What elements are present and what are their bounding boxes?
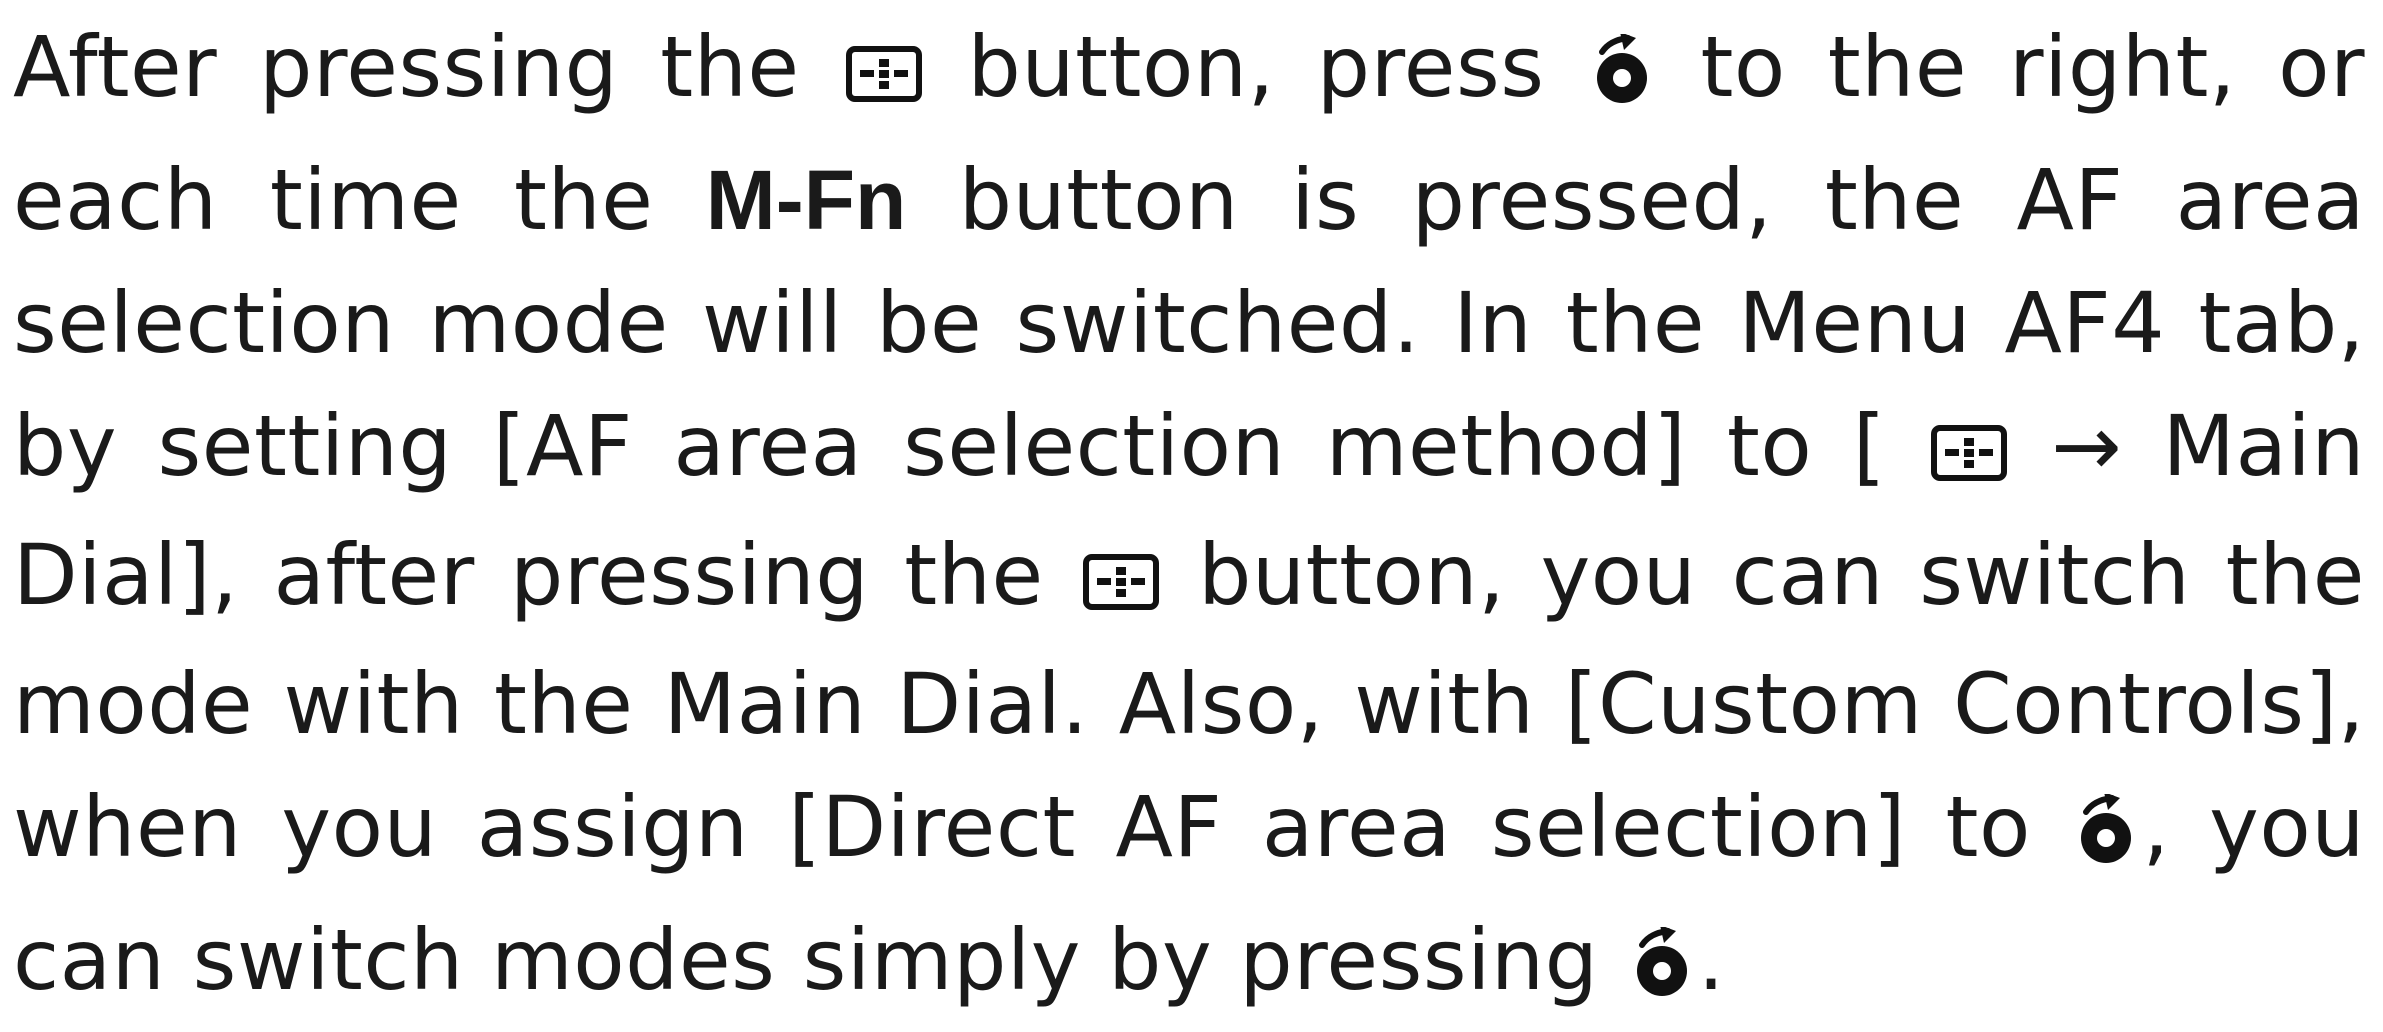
- m-fn-label: M-Fn: [705, 153, 907, 247]
- af-area-button-icon: [1930, 391, 2007, 514]
- text-segment-2: button, press: [967, 18, 1545, 116]
- arrow-symbol: →: [2051, 397, 2122, 495]
- multi-selector-right-icon: [1630, 909, 1694, 1032]
- text-segment-1: After pressing the: [13, 18, 800, 116]
- multi-selector-right-icon: [1590, 16, 1654, 139]
- af-area-button-icon: [1082, 520, 1159, 643]
- manual-page: After pressing the button, press to the …: [0, 0, 2383, 1009]
- instruction-paragraph: After pressing the button, press to the …: [13, 6, 2365, 1032]
- multi-selector-right-icon: [2074, 776, 2138, 899]
- af-area-button-icon: [845, 12, 922, 135]
- text-segment-8: .: [1697, 911, 1725, 1009]
